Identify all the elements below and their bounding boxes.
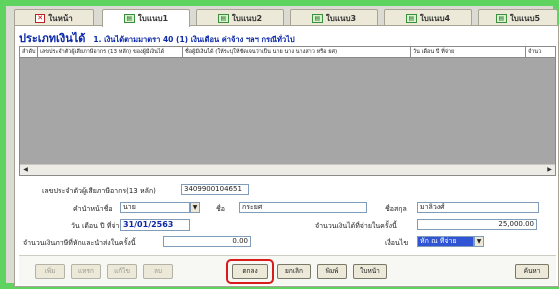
document-icon: ▤ — [123, 14, 135, 23]
add-button[interactable]: เพิ่ม — [35, 264, 65, 279]
document-icon: ▤ — [217, 13, 229, 23]
condition-select[interactable]: หัก ณ ที่จ่าย — [417, 236, 474, 247]
column-header-sequence: ลำดับ — [20, 47, 38, 58]
grid-header: ลำดับ เลขประจำตัวผู้เสียภาษีอากร (13 หลั… — [20, 47, 555, 58]
prefix-label: คำนำหน้าชื่อ — [73, 205, 113, 213]
income-type-subtitle: 1. เงินได้ตามมาตรา 40 (1) เงินเดือน ค่าจ… — [93, 35, 295, 44]
pay-date-field[interactable]: 31/01/2563 — [120, 219, 190, 231]
action-button-bar: เพิ่ม แทรก แก้ไข ลบ ตกลง ยกเลิก พิมพ์ ใบ… — [19, 255, 556, 285]
tab-label: ในหน้า — [48, 13, 73, 23]
income-type-title: ประเภทเงินได้ — [19, 32, 86, 45]
prefix-select[interactable]: นาย — [120, 202, 190, 213]
tab-label: ใบแนบ2 — [231, 13, 263, 23]
first-name-label: ชื่อ — [216, 205, 225, 213]
income-type-heading: ประเภทเงินได้ 1. เงินได้ตามมาตรา 40 (1) … — [19, 29, 295, 45]
insert-button[interactable]: แทรก — [71, 264, 101, 279]
records-grid[interactable]: ลำดับ เลขประจำตัวผู้เสียภาษีอากร (13 หลั… — [19, 46, 556, 176]
cancel-button[interactable]: ยกเลิก — [277, 264, 311, 279]
tab-main[interactable]: ✕ ในหน้า — [14, 9, 94, 26]
tab-label: ใบแนบ1 — [137, 14, 169, 23]
column-header-pay-date: วัน เดือน ปี ที่จ่าย — [411, 47, 526, 58]
tab-attachment-5[interactable]: ▤ ใบแนบ5 — [478, 9, 558, 26]
column-header-name: ชื่อผู้มีเงินได้ (ให้ระบุให้ชัดเจนว่าเป็… — [183, 47, 411, 58]
condition-label: เงื่อนไข — [385, 239, 409, 247]
condition-dropdown-icon[interactable]: ▼ — [474, 236, 484, 247]
document-icon: ▤ — [311, 13, 323, 23]
income-amount-field[interactable]: 25,000.00 — [417, 219, 537, 230]
close-tab-icon: ✕ — [35, 13, 46, 23]
column-header-tax-id: เลขประจำตัวผู้เสียภาษีอากร (13 หลัก) ของ… — [38, 47, 183, 58]
search-button[interactable]: ค้นหา — [515, 264, 549, 279]
first-name-field[interactable]: กระยศ — [239, 202, 367, 213]
scroll-left-icon[interactable]: ◀ — [21, 165, 30, 174]
tax-id-field[interactable]: 3409900104651 — [181, 184, 249, 195]
prefix-dropdown-icon[interactable]: ▼ — [190, 202, 200, 213]
withheld-tax-label: จำนวนเงินภาษีที่หักและนำส่งในครั้งนี้ — [23, 239, 136, 247]
tab-strip: ✕ ในหน้า ▤ ใบแนบ1 ▤ ใบแนบ2 ▤ ใบแนบ3 ▤ ใบ… — [14, 9, 559, 27]
pay-date-label: วัน เดือน ปี ที่จ่าย — [71, 222, 124, 230]
horizontal-scrollbar[interactable]: ◀ ▶ — [20, 164, 555, 175]
tab-attachment-1[interactable]: ▤ ใบแนบ1 — [102, 9, 190, 27]
tab-label: ใบแนบ5 — [509, 13, 541, 23]
tab-attachment-2[interactable]: ▤ ใบแนบ2 — [196, 9, 284, 26]
withheld-tax-field[interactable]: 0.00 — [163, 236, 251, 247]
print-button[interactable]: พิมพ์ — [317, 264, 347, 279]
delete-button[interactable]: ลบ — [143, 264, 173, 279]
last-name-field[interactable]: มาลิวงศ์ — [417, 202, 539, 213]
tab-label: ใบแนบ4 — [419, 13, 451, 23]
tax-id-label: เลขประจำตัวผู้เสียภาษีอากร(13 หลัก) — [42, 187, 156, 195]
document-icon: ▤ — [495, 13, 507, 23]
application-window: ✕ ในหน้า ▤ ใบแนบ1 ▤ ใบแนบ2 ▤ ใบแนบ3 ▤ ใบ… — [0, 0, 559, 289]
scroll-right-icon[interactable]: ▶ — [545, 165, 554, 174]
tab-attachment-3[interactable]: ▤ ใบแนบ3 — [290, 9, 378, 26]
tab-label: ใบแนบ3 — [325, 13, 357, 23]
ok-button[interactable]: ตกลง — [232, 264, 268, 279]
main-page-button[interactable]: ใบหน้า — [353, 264, 387, 279]
attachment-panel: ประเภทเงินได้ 1. เงินได้ตามมาตรา 40 (1) … — [14, 25, 559, 287]
edit-button[interactable]: แก้ไข — [107, 264, 137, 279]
column-header-amount: จำนว — [528, 49, 542, 55]
tab-attachment-4[interactable]: ▤ ใบแนบ4 — [384, 9, 472, 26]
document-icon: ▤ — [405, 13, 417, 23]
income-amount-label: จำนวนเงินได้ที่จ่ายในครั้งนี้ — [315, 222, 397, 230]
last-name-label: ชื่อสกุล — [385, 205, 407, 213]
